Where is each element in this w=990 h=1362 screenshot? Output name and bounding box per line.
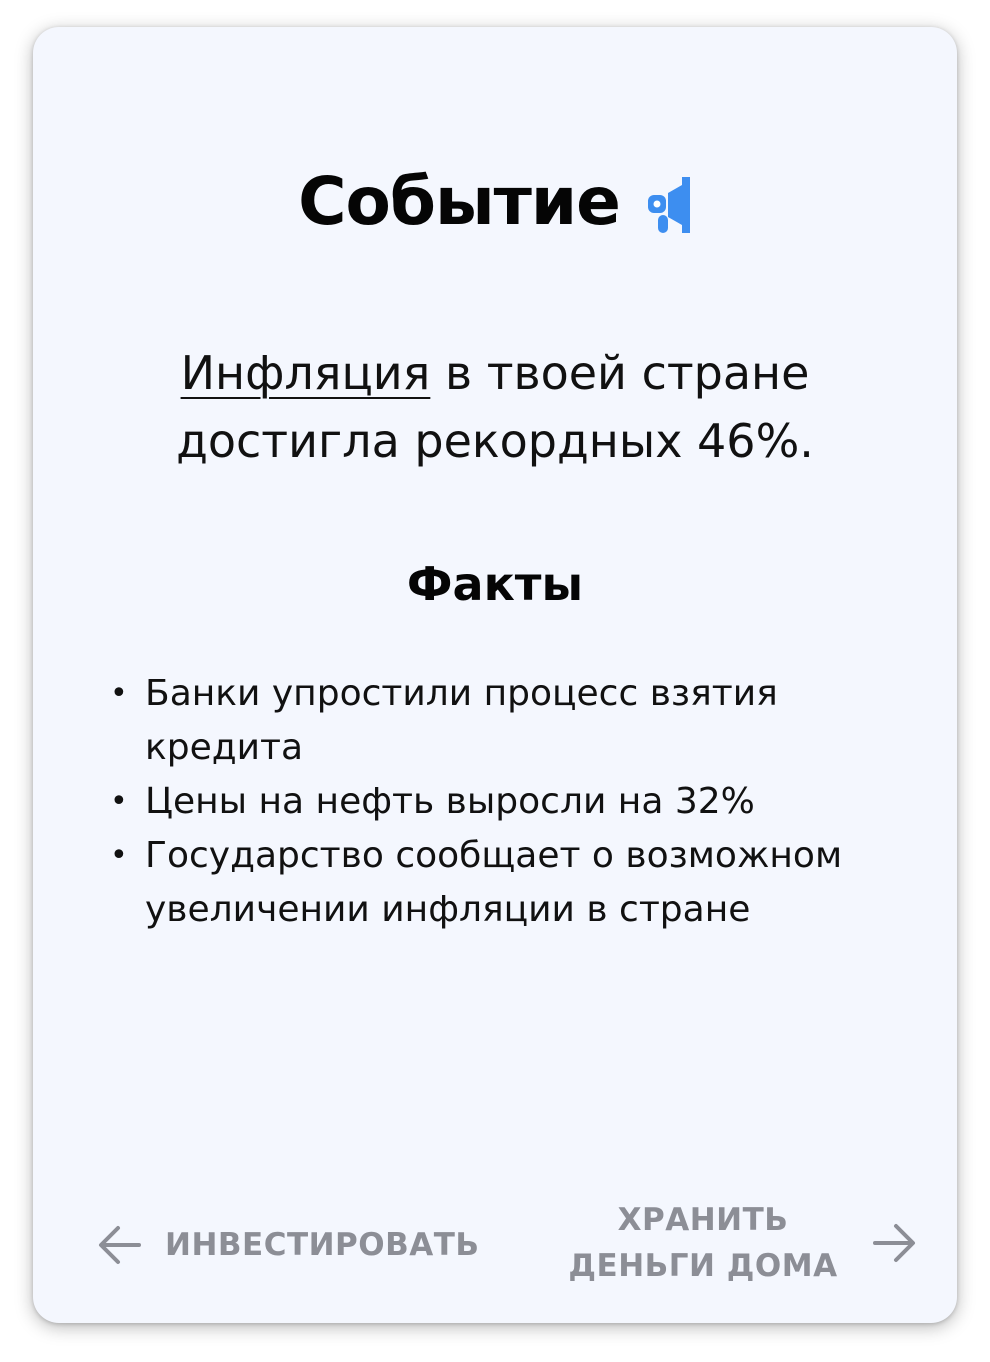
facts-heading: Факты — [406, 557, 584, 611]
invest-button[interactable]: ИНВЕСТИРОВАТЬ — [97, 1215, 480, 1275]
card-title: Событие — [298, 163, 621, 240]
arrow-left-icon — [99, 1226, 141, 1264]
bullet: • — [110, 676, 128, 711]
list-item: • Государство сообщает о возможном увели… — [103, 829, 911, 937]
event-card: Событие Инфляция в твоей стране достигла… — [33, 27, 957, 1323]
list-item: • Банки упростили процесс взятия кредита — [103, 667, 911, 775]
fact-text: Банки упростили процесс взятия кредита — [145, 673, 778, 768]
keep-money-home-button[interactable]: ХРАНИТЬ ДЕНЬГИ ДОМА — [553, 1193, 917, 1293]
megaphone-icon — [647, 177, 690, 233]
inflation-term-link[interactable]: Инфляция — [181, 346, 431, 400]
bullet: • — [110, 784, 128, 819]
arrow-right-icon — [873, 1224, 915, 1262]
list-item: • Цены на нефть выросли на 32% — [103, 775, 911, 829]
fact-text: Государство сообщает о возможном увеличе… — [145, 835, 843, 930]
fact-text: Цены на нефть выросли на 32% — [145, 781, 755, 822]
facts-list: • Банки упростили процесс взятия кредита… — [103, 667, 911, 937]
keep-money-home-label: ХРАНИТЬ ДЕНЬГИ ДОМА — [568, 1202, 838, 1284]
invest-label: ИНВЕСТИРОВАТЬ — [165, 1227, 480, 1263]
title-row: Событие — [33, 157, 957, 247]
bullet: • — [110, 838, 128, 873]
event-description: Инфляция в твоей стране достигла рекордн… — [93, 339, 897, 475]
